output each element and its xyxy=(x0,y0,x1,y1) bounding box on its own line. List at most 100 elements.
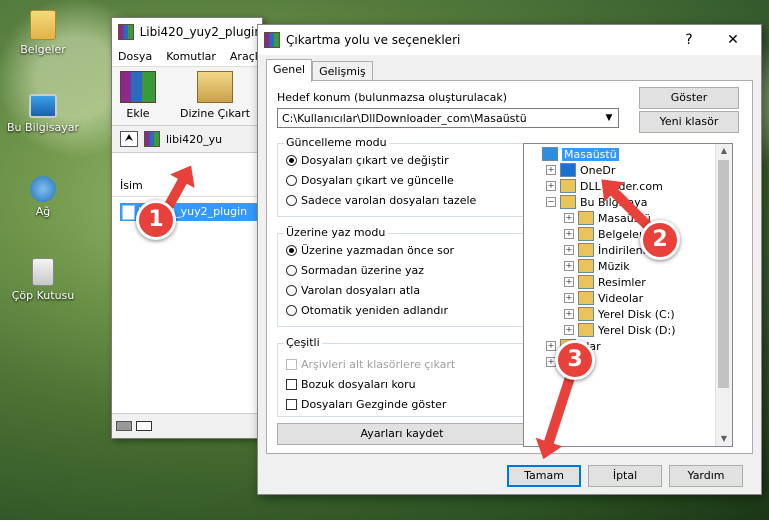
archive-window-titlebar[interactable]: Libi420_yuy2_plugin xyxy=(112,18,262,46)
expand-icon[interactable]: + xyxy=(564,213,574,223)
overwrite-option-skip[interactable]: Varolan dosyaları atla xyxy=(286,284,420,297)
radio-button[interactable] xyxy=(286,175,297,186)
extract-dialog: Çıkartma yolu ve seçenekleri ? ✕ Genel G… xyxy=(257,24,762,495)
menu-dosya[interactable]: Dosya xyxy=(118,50,152,63)
folder-icon xyxy=(578,227,594,241)
expand-icon[interactable]: + xyxy=(564,293,574,303)
overwrite-option-without-prompt[interactable]: Sormadan üzerine yaz xyxy=(286,264,424,277)
misc-title: Çeşitli xyxy=(284,336,322,349)
save-settings-button[interactable]: Ayarları kaydet xyxy=(277,423,527,445)
tree-node[interactable]: + Müzik xyxy=(564,258,630,274)
desktop-icon-belgeler[interactable]: Belgeler xyxy=(4,10,82,56)
annotation-badge-1: 1 xyxy=(136,200,176,240)
update-mode-option-replace[interactable]: Dosyaları çıkart ve değiştir xyxy=(286,154,449,167)
expand-icon[interactable]: + xyxy=(546,341,556,351)
desktop-icon-label: Ağ xyxy=(35,205,51,218)
desktop-icon-ag[interactable]: Ağ xyxy=(4,176,82,218)
add-button-label: Ekle xyxy=(126,107,150,120)
folder-icon xyxy=(578,323,594,337)
option-label: Dosyaları çıkart ve değiştir xyxy=(301,154,449,167)
update-mode-option-freshen[interactable]: Sadece varolan dosyaları tazele xyxy=(286,194,476,207)
tab-gelismis[interactable]: Gelişmiş xyxy=(312,61,373,82)
update-mode-option-update[interactable]: Dosyaları çıkart ve güncelle xyxy=(286,174,454,187)
destination-path-combo[interactable]: C:\Kullanıcılar\DllDownloader_com\Masaüs… xyxy=(277,108,619,128)
winrar-icon xyxy=(144,131,160,147)
chevron-down-icon[interactable]: ▼ xyxy=(600,109,618,127)
expand-icon[interactable]: + xyxy=(564,277,574,287)
annotation-badge-2: 2 xyxy=(640,220,680,260)
add-button[interactable]: Ekle xyxy=(120,71,156,120)
tree-node[interactable]: + Belgeler xyxy=(564,226,643,242)
expand-icon[interactable]: + xyxy=(564,325,574,335)
cancel-button[interactable]: İptal xyxy=(588,465,662,487)
overwrite-option-rename[interactable]: Otomatik yeniden adlandır xyxy=(286,304,448,317)
new-folder-button[interactable]: Yeni klasör xyxy=(639,111,739,133)
option-label: Sadece varolan dosyaları tazele xyxy=(301,194,477,207)
expand-icon[interactable]: + xyxy=(564,261,574,271)
tree-node-label: Videolar xyxy=(598,291,644,305)
tree-node[interactable]: + Resimler xyxy=(564,274,646,290)
scroll-thumb[interactable] xyxy=(718,160,729,388)
misc-option-show-in-explorer[interactable]: Dosyaları Gezginde göster xyxy=(286,398,446,411)
tree-node[interactable]: + Yerel Disk (C:) xyxy=(564,306,675,322)
tree-node-label: Yerel Disk (D:) xyxy=(598,323,676,337)
checkbox[interactable] xyxy=(286,379,297,390)
folder-icon xyxy=(30,10,56,40)
tab-genel[interactable]: Genel xyxy=(266,59,313,82)
up-folder-button[interactable]: ⮝ xyxy=(120,131,138,147)
radio-button[interactable] xyxy=(286,265,297,276)
tree-scrollbar[interactable]: ▲ ▼ xyxy=(715,144,732,446)
extract-to-button[interactable]: Dizine Çıkart xyxy=(180,71,250,120)
radio-button[interactable] xyxy=(286,285,297,296)
radio-button[interactable] xyxy=(286,155,297,166)
expand-icon[interactable]: + xyxy=(564,229,574,239)
tree-node[interactable]: Masaüstü xyxy=(528,146,619,162)
desktop-icon-cop-kutusu[interactable]: Çöp Kutusu xyxy=(4,258,82,302)
destination-label: Hedef konum (bulunmazsa oluşturulacak) xyxy=(277,91,507,104)
close-icon[interactable]: ✕ xyxy=(713,25,753,55)
extract-to-button-label: Dizine Çıkart xyxy=(180,107,251,120)
folder-icon xyxy=(578,243,594,257)
desktop-icon-bu-bilgisayar[interactable]: Bu Bilgisayar xyxy=(4,94,82,134)
misc-option-keep-broken[interactable]: Bozuk dosyaları koru xyxy=(286,378,416,391)
folder-icon xyxy=(560,163,576,177)
winrar-icon xyxy=(118,24,134,40)
menu-komutlar[interactable]: Komutlar xyxy=(166,50,216,63)
annotation-badge-3: 3 xyxy=(555,340,595,380)
tree-node-label: Yerel Disk (C:) xyxy=(598,307,675,321)
winrar-books-icon xyxy=(120,71,156,103)
scroll-up-icon[interactable]: ▲ xyxy=(716,144,732,158)
overwrite-option-ask[interactable]: Üzerine yazmadan önce sor xyxy=(286,244,454,257)
desktop-icon-label: Belgeler xyxy=(20,43,66,56)
archive-address[interactable]: libi420_yu xyxy=(166,133,222,146)
file-icon xyxy=(122,205,135,220)
radio-button[interactable] xyxy=(286,245,297,256)
expand-icon[interactable]: + xyxy=(546,165,556,175)
ok-button[interactable]: Tamam xyxy=(507,465,581,487)
dialog-titlebar[interactable]: Çıkartma yolu ve seçenekleri ? ✕ xyxy=(258,25,761,55)
expand-icon[interactable]: + xyxy=(546,181,556,191)
scroll-down-icon[interactable]: ▼ xyxy=(716,432,732,446)
radio-button[interactable] xyxy=(286,195,297,206)
folder-icon xyxy=(578,259,594,273)
help-title-button[interactable]: ? xyxy=(669,25,709,55)
drive-icon xyxy=(116,421,132,431)
tree-node[interactable]: + Videolar xyxy=(564,290,643,306)
tree-node[interactable]: + Yerel Disk (D:) xyxy=(564,322,676,338)
tree-node-label: Resimler xyxy=(598,275,646,289)
dialog-tabs: Genel Gelişmiş xyxy=(266,59,373,82)
option-label: Otomatik yeniden adlandır xyxy=(301,304,448,317)
checkbox[interactable] xyxy=(286,399,297,410)
expand-icon[interactable]: + xyxy=(564,309,574,319)
show-button[interactable]: Göster xyxy=(639,87,739,109)
checkbox xyxy=(286,359,297,370)
expand-icon[interactable]: + xyxy=(564,245,574,255)
tree-node-label: Belgeler xyxy=(598,227,644,241)
misc-group: Çeşitli Arşivleri alt klasörlere çıkart … xyxy=(277,336,527,417)
option-label: Üzerine yazmadan önce sor xyxy=(301,244,455,257)
radio-button[interactable] xyxy=(286,305,297,316)
help-button[interactable]: Yardım xyxy=(669,465,743,487)
tree-node-label: Masaüstü xyxy=(562,147,619,161)
collapse-icon[interactable]: − xyxy=(546,197,556,207)
dialog-title: Çıkartma yolu ve seçenekleri xyxy=(286,33,461,47)
